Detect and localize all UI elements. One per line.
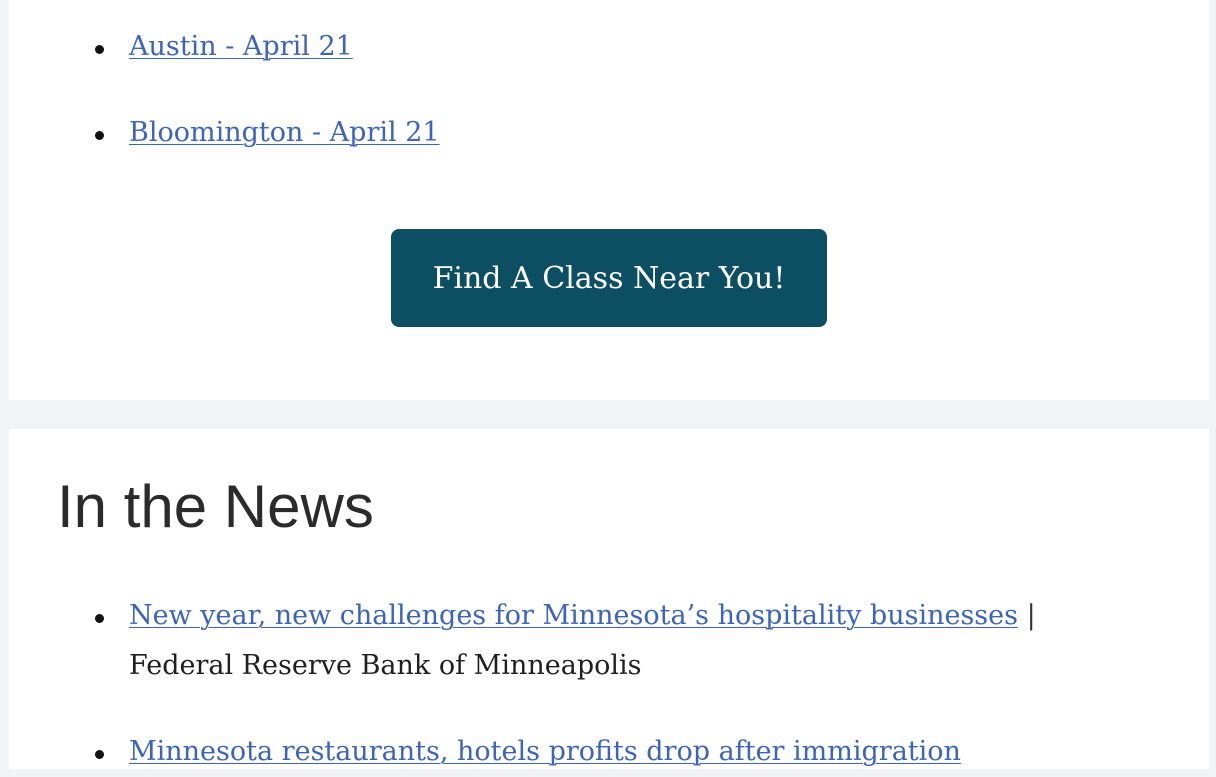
class-item-austin: Austin - April 21 xyxy=(9,28,1209,68)
find-class-button[interactable]: Find A Class Near You! xyxy=(391,229,827,327)
bullet-icon xyxy=(95,131,104,140)
class-link-austin[interactable]: Austin - April 21 xyxy=(129,30,353,64)
bullet-icon xyxy=(95,614,104,623)
news-item-text: Minnesota restaurants, hotels profits dr… xyxy=(129,727,1129,777)
class-link-bloomington[interactable]: Bloomington - April 21 xyxy=(129,116,440,150)
class-item-bloomington: Bloomington - April 21 xyxy=(9,114,1209,154)
news-item-text: New year, new challenges for Minnesota’s… xyxy=(129,591,1129,691)
news-link-restaurants[interactable]: Minnesota restaurants, hotels profits dr… xyxy=(129,736,961,767)
news-section-title: In the News xyxy=(57,473,374,540)
news-link-hospitality[interactable]: New year, new challenges for Minnesota’s… xyxy=(129,600,1018,631)
news-source: Federal Reserve Bank of Minneapolis xyxy=(129,650,642,681)
class-listing-card: Austin - April 21 Bloomington - April 21… xyxy=(9,0,1209,400)
news-card: In the News New year, new challenges for… xyxy=(9,429,1209,769)
bullet-icon xyxy=(95,45,104,54)
separator: | xyxy=(1026,600,1036,631)
